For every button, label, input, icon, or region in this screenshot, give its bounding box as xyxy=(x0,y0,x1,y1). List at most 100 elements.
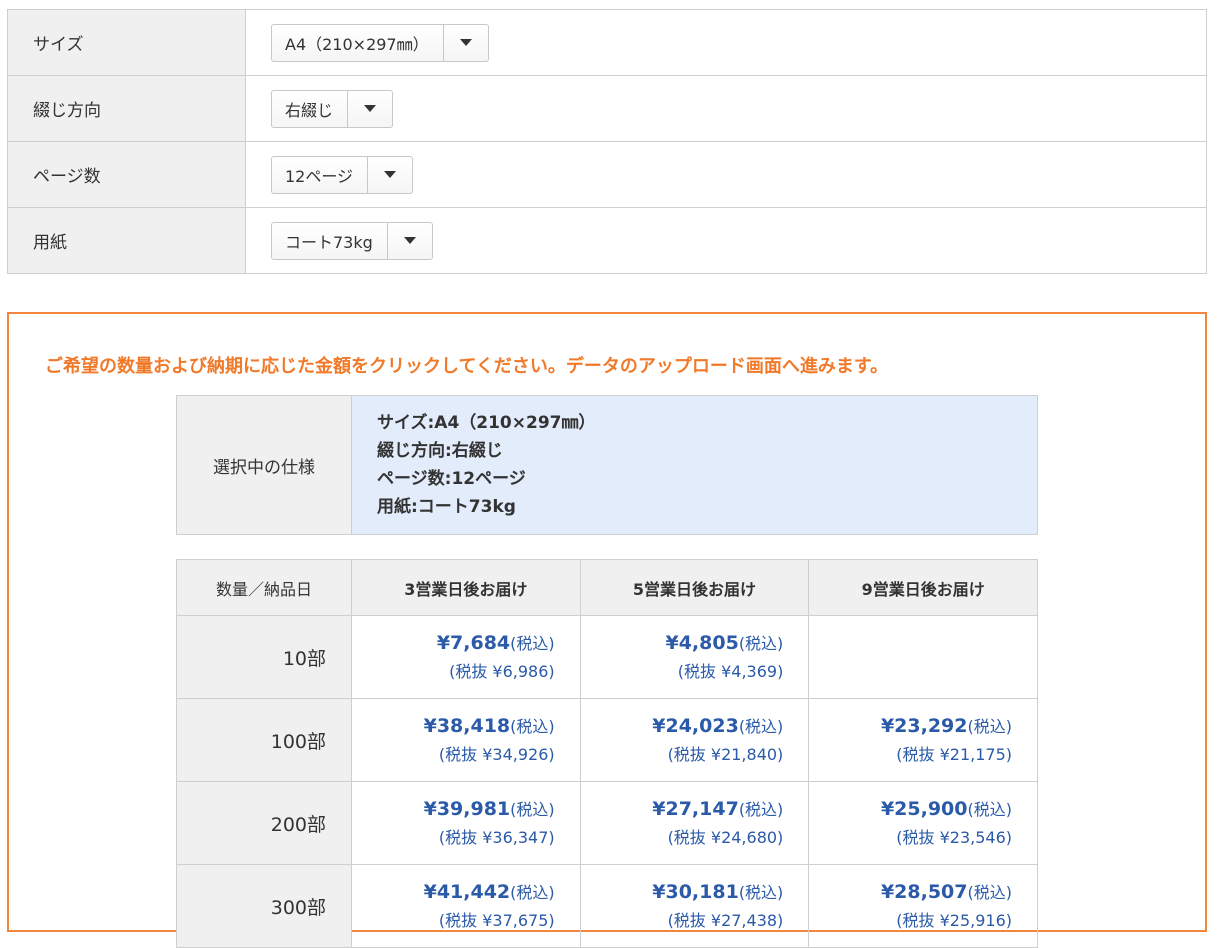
quantity-cell: 200部 xyxy=(176,781,352,865)
price-cell[interactable]: ¥39,981(税込) (税抜 ¥36,347) xyxy=(351,781,581,865)
price-incl-link[interactable]: ¥7,684 xyxy=(437,632,510,654)
price-line[interactable]: ¥23,292(税込) xyxy=(810,712,1012,741)
selected-spec-table: 選択中の仕様 サイズ:A4（210×297㎜） 綴じ方向:右綴じ ページ数:12… xyxy=(176,395,1038,535)
price-line[interactable]: ¥4,805(税込) xyxy=(582,629,784,658)
price-incl-link[interactable]: ¥30,181 xyxy=(652,881,739,903)
dropdown-button[interactable] xyxy=(347,90,392,127)
price-incl-link[interactable]: ¥41,442 xyxy=(424,881,511,903)
spec-line: 綴じ方向:右綴じ xyxy=(377,441,503,461)
option-label: 綴じ方向 xyxy=(7,75,246,142)
price-excl[interactable]: (税抜 ¥34,926) xyxy=(353,741,555,769)
price-cell[interactable]: ¥24,023(税込) (税抜 ¥21,840) xyxy=(579,698,810,782)
option-row-binding: 綴じ方向 右綴じ xyxy=(7,75,1207,142)
select-value: 右綴じ xyxy=(285,100,334,120)
price-panel: ご希望の数量および納期に応じた金額をクリックしてください。データのアップロード画… xyxy=(7,312,1207,948)
tax-in-label: (税込) xyxy=(510,633,555,653)
price-incl-link[interactable]: ¥28,507 xyxy=(881,881,968,903)
price-line[interactable]: ¥28,507(税込) xyxy=(810,878,1012,907)
dropdown-button[interactable] xyxy=(442,24,488,61)
quantity-cell: 100部 xyxy=(176,698,352,782)
price-cell[interactable]: ¥38,418(税込) (税抜 ¥34,926) xyxy=(351,698,581,782)
select-value: A4（210×297㎜） xyxy=(285,34,429,54)
pages-select[interactable]: 12ページ xyxy=(271,155,414,194)
option-label: ページ数 xyxy=(7,141,246,208)
tax-in-label: (税込) xyxy=(738,633,784,653)
price-table: 数量／納品日 3営業日後お届け 5営業日後お届け 9営業日後お届け 10部 ¥7,… xyxy=(176,559,1038,948)
caret-down-icon xyxy=(403,237,416,244)
price-header-row: 数量／納品日 3営業日後お届け 5営業日後お届け 9営業日後お届け xyxy=(176,559,1038,616)
tax-in-label: (税込) xyxy=(738,716,784,736)
tax-in-label: (税込) xyxy=(510,882,555,902)
price-line[interactable]: ¥27,147(税込) xyxy=(582,795,784,824)
option-row-size: サイズ A4（210×297㎜） xyxy=(7,9,1207,76)
table-row: 300部 ¥41,442(税込) (税抜 ¥37,675) ¥30,181(税込) (税… xyxy=(176,864,1038,948)
price-excl[interactable]: (税抜 ¥37,675) xyxy=(353,907,555,935)
tax-in-label: (税込) xyxy=(510,716,555,736)
instruction-text: ご希望の数量および納期に応じた金額をクリックしてください。データのアップロード画… xyxy=(45,356,889,377)
binding-select[interactable]: 右綴じ xyxy=(271,89,394,128)
price-cell[interactable]: ¥27,147(税込) (税抜 ¥24,680) xyxy=(579,781,810,865)
option-label: 用紙 xyxy=(7,207,246,274)
price-incl-link[interactable]: ¥4,805 xyxy=(665,632,738,654)
tax-in-label: (税込) xyxy=(738,799,784,819)
spec-values: サイズ:A4（210×297㎜） 綴じ方向:右綴じ ページ数:12ページ 用紙:… xyxy=(351,395,1038,535)
price-incl-link[interactable]: ¥24,023 xyxy=(652,715,739,737)
tax-in-label: (税込) xyxy=(967,716,1013,736)
dropdown-button[interactable] xyxy=(367,156,412,193)
price-cell xyxy=(808,615,1038,699)
price-excl[interactable]: (税抜 ¥23,546) xyxy=(810,824,1012,852)
quantity-cell: 300部 xyxy=(176,864,352,948)
price-cell[interactable]: ¥28,507(税込) (税抜 ¥25,916) xyxy=(808,864,1038,948)
price-line[interactable]: ¥38,418(税込) xyxy=(353,712,555,741)
price-cell[interactable]: ¥23,292(税込) (税抜 ¥21,175) xyxy=(808,698,1038,782)
table-row: 10部 ¥7,684(税込) (税抜 ¥6,986) ¥4,805(税込) (税抜 ¥4… xyxy=(176,615,1038,699)
price-line[interactable]: ¥30,181(税込) xyxy=(582,878,784,907)
dropdown-button[interactable] xyxy=(386,222,432,259)
select-value: 12ページ xyxy=(285,166,354,186)
header-3day: 3営業日後お届け xyxy=(351,559,581,616)
spec-line: ページ数:12ページ xyxy=(377,469,526,489)
price-excl[interactable]: (税抜 ¥25,916) xyxy=(810,907,1012,935)
price-excl[interactable]: (税抜 ¥4,369) xyxy=(582,658,784,686)
price-excl[interactable]: (税抜 ¥36,347) xyxy=(353,824,555,852)
price-excl[interactable]: (税抜 ¥24,680) xyxy=(582,824,784,852)
price-excl[interactable]: (税抜 ¥27,438) xyxy=(582,907,784,935)
price-excl[interactable]: (税抜 ¥21,175) xyxy=(810,741,1012,769)
price-cell[interactable]: ¥30,181(税込) (税抜 ¥27,438) xyxy=(579,864,810,948)
price-cell[interactable]: ¥41,442(税込) (税抜 ¥37,675) xyxy=(351,864,581,948)
table-row: 200部 ¥39,981(税込) (税抜 ¥36,347) ¥27,147(税込) (税… xyxy=(176,781,1038,865)
price-cell[interactable]: ¥4,805(税込) (税抜 ¥4,369) xyxy=(579,615,810,699)
price-line[interactable]: ¥25,900(税込) xyxy=(810,795,1012,824)
price-incl-link[interactable]: ¥23,292 xyxy=(881,715,968,737)
price-excl[interactable]: (税抜 ¥21,840) xyxy=(582,741,784,769)
options-table: サイズ A4（210×297㎜） 綴じ方向 右綴じ ページ数 12ページ 用紙 xyxy=(7,9,1207,274)
spec-line: サイズ:A4（210×297㎜） xyxy=(377,413,596,433)
paper-select[interactable]: コート73kg xyxy=(271,221,433,260)
spec-label: 選択中の仕様 xyxy=(176,395,352,535)
price-cell[interactable]: ¥25,900(税込) (税抜 ¥23,546) xyxy=(808,781,1038,865)
price-line[interactable]: ¥39,981(税込) xyxy=(353,795,555,824)
option-label: サイズ xyxy=(7,9,246,76)
option-row-paper: 用紙 コート73kg xyxy=(7,207,1207,274)
header-5day: 5営業日後お届け xyxy=(579,559,810,616)
price-excl[interactable]: (税抜 ¥6,986) xyxy=(353,658,555,686)
price-incl-link[interactable]: ¥38,418 xyxy=(424,715,511,737)
table-row: 100部 ¥38,418(税込) (税抜 ¥34,926) ¥24,023(税込) (税… xyxy=(176,698,1038,782)
price-incl-link[interactable]: ¥39,981 xyxy=(424,798,511,820)
option-row-pages: ページ数 12ページ xyxy=(7,141,1207,208)
size-select[interactable]: A4（210×297㎜） xyxy=(271,23,489,62)
price-line[interactable]: ¥7,684(税込) xyxy=(353,629,555,658)
spec-line: 用紙:コート73kg xyxy=(377,497,516,517)
price-line[interactable]: ¥24,023(税込) xyxy=(582,712,784,741)
price-line[interactable]: ¥41,442(税込) xyxy=(353,878,555,907)
price-cell[interactable]: ¥7,684(税込) (税抜 ¥6,986) xyxy=(351,615,581,699)
tax-in-label: (税込) xyxy=(738,882,784,902)
header-quantity: 数量／納品日 xyxy=(176,559,352,616)
price-incl-link[interactable]: ¥27,147 xyxy=(652,798,739,820)
quantity-cell: 10部 xyxy=(176,615,352,699)
header-9day: 9営業日後お届け xyxy=(808,559,1038,616)
caret-down-icon xyxy=(364,105,377,112)
caret-down-icon xyxy=(459,39,472,46)
price-incl-link[interactable]: ¥25,900 xyxy=(881,798,968,820)
select-value: コート73kg xyxy=(285,232,373,252)
